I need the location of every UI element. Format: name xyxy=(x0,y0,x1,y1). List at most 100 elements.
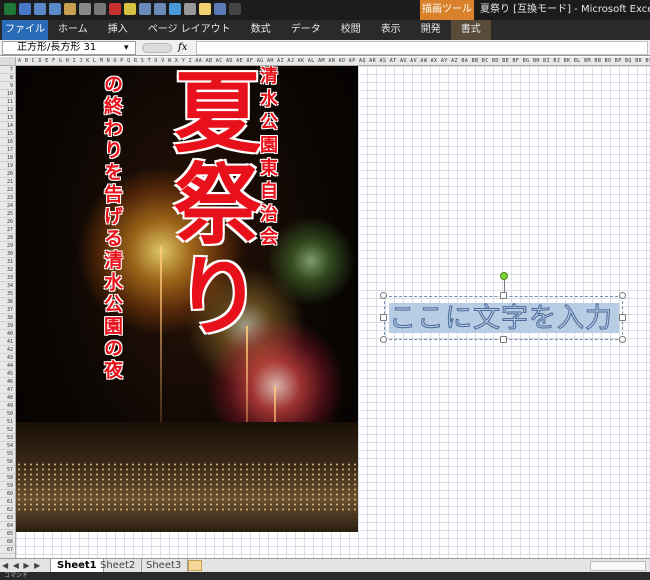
row-number[interactable]: 48 xyxy=(0,394,15,402)
resize-handle-w[interactable] xyxy=(380,314,387,321)
row-number[interactable]: 45 xyxy=(0,370,15,378)
sheet-tab-2[interactable]: Sheet2 xyxy=(94,559,143,572)
row-number[interactable]: 57 xyxy=(0,466,15,474)
resize-handle-s[interactable] xyxy=(500,336,507,343)
row-number[interactable]: 64 xyxy=(0,522,15,530)
row-number[interactable]: 28 xyxy=(0,234,15,242)
row-number[interactable]: 17 xyxy=(0,146,15,154)
row-number[interactable]: 26 xyxy=(0,218,15,226)
row-number[interactable]: 44 xyxy=(0,362,15,370)
grid-icon[interactable] xyxy=(199,3,211,15)
tab-view[interactable]: 表示 xyxy=(371,20,411,40)
resize-handle-ne[interactable] xyxy=(619,292,626,299)
row-number[interactable]: 36 xyxy=(0,298,15,306)
selected-textbox-shape[interactable]: ここに文字を入力 xyxy=(384,296,623,340)
filter-icon[interactable] xyxy=(154,3,166,15)
font-color-icon[interactable] xyxy=(109,3,121,15)
sheet-nav-arrows[interactable]: ◀ ◀ ▶ ▶ xyxy=(2,560,41,572)
row-number[interactable]: 8 xyxy=(0,74,15,82)
row-number[interactable]: 67 xyxy=(0,546,15,554)
excel-icon[interactable] xyxy=(4,3,16,15)
sheet-tab-3[interactable]: Sheet3 xyxy=(140,559,189,572)
tab-file[interactable]: ファイル xyxy=(2,20,48,40)
row-number[interactable]: 20 xyxy=(0,170,15,178)
row-number[interactable]: 38 xyxy=(0,314,15,322)
tab-data[interactable]: データ xyxy=(281,20,331,40)
name-box-dropdown-icon[interactable]: ▾ xyxy=(124,41,129,55)
row-number[interactable]: 7 xyxy=(0,66,15,74)
tab-home[interactable]: ホーム xyxy=(48,20,98,40)
row-number[interactable]: 21 xyxy=(0,178,15,186)
save-icon[interactable] xyxy=(19,3,31,15)
row-number[interactable]: 15 xyxy=(0,130,15,138)
rotation-handle[interactable] xyxy=(500,272,508,280)
tab-developer[interactable]: 開発 xyxy=(411,20,451,40)
row-number[interactable]: 40 xyxy=(0,330,15,338)
row-number[interactable]: 13 xyxy=(0,114,15,122)
formula-bar-splitter[interactable] xyxy=(142,43,172,53)
row-number[interactable]: 25 xyxy=(0,210,15,218)
resize-handle-nw[interactable] xyxy=(380,292,387,299)
name-box[interactable]: 正方形/長方形 31 xyxy=(2,41,136,55)
resize-handle-se[interactable] xyxy=(619,336,626,343)
row-number[interactable]: 34 xyxy=(0,282,15,290)
row-number[interactable]: 59 xyxy=(0,482,15,490)
resize-handle-n[interactable] xyxy=(500,292,507,299)
formula-input[interactable] xyxy=(196,41,648,55)
row-number[interactable]: 46 xyxy=(0,378,15,386)
row-number[interactable]: 39 xyxy=(0,322,15,330)
row-number[interactable]: 19 xyxy=(0,162,15,170)
row-number[interactable]: 12 xyxy=(0,106,15,114)
sort-icon[interactable] xyxy=(139,3,151,15)
row-number[interactable]: 18 xyxy=(0,154,15,162)
row-number[interactable]: 27 xyxy=(0,226,15,234)
row-number[interactable]: 58 xyxy=(0,474,15,482)
row-number[interactable]: 54 xyxy=(0,442,15,450)
row-header[interactable]: 7 8 9 10 11 12 13 14 15 16 17 18 19 20 21 22 23 24 25 26 27 2… xyxy=(0,66,16,558)
row-number[interactable]: 30 xyxy=(0,250,15,258)
row-number[interactable]: 23 xyxy=(0,194,15,202)
textbox-text[interactable]: ここに文字を入力 xyxy=(389,303,619,334)
paste-icon[interactable] xyxy=(64,3,76,15)
select-all-corner[interactable] xyxy=(0,57,16,65)
row-number[interactable]: 9 xyxy=(0,82,15,90)
chart-icon[interactable] xyxy=(169,3,181,15)
copy-icon[interactable] xyxy=(79,3,91,15)
undo-icon[interactable] xyxy=(34,3,46,15)
row-number[interactable]: 56 xyxy=(0,458,15,466)
row-number[interactable]: 33 xyxy=(0,274,15,282)
tab-page-layout[interactable]: ページ レイアウト xyxy=(138,20,241,40)
row-number[interactable]: 47 xyxy=(0,386,15,394)
row-number[interactable]: 52 xyxy=(0,426,15,434)
row-number[interactable]: 29 xyxy=(0,242,15,250)
row-number[interactable]: 14 xyxy=(0,122,15,130)
redo-icon[interactable] xyxy=(49,3,61,15)
row-number[interactable]: 49 xyxy=(0,402,15,410)
fill-color-icon[interactable] xyxy=(124,3,136,15)
row-number[interactable]: 62 xyxy=(0,506,15,514)
row-number[interactable]: 10 xyxy=(0,90,15,98)
row-number[interactable]: 37 xyxy=(0,306,15,314)
row-number[interactable]: 50 xyxy=(0,410,15,418)
column-letters[interactable]: A B C D E F G H I J K L M N O P Q R S T … xyxy=(18,57,650,65)
tab-format[interactable]: 書式 xyxy=(450,20,491,40)
tab-formulas[interactable]: 数式 xyxy=(241,20,281,40)
border-icon[interactable] xyxy=(214,3,226,15)
row-number[interactable]: 61 xyxy=(0,498,15,506)
customize-toolbar-icon[interactable] xyxy=(229,3,241,15)
resize-handle-e[interactable] xyxy=(619,314,626,321)
insert-function-icon[interactable]: fx xyxy=(178,40,187,56)
row-number[interactable]: 16 xyxy=(0,138,15,146)
row-number[interactable]: 66 xyxy=(0,538,15,546)
row-number[interactable]: 32 xyxy=(0,266,15,274)
fireworks-poster-image[interactable]: の終わりを告げる清水公園の夜 夏祭り 清水公園東自治会 xyxy=(16,66,358,532)
row-number[interactable]: 65 xyxy=(0,530,15,538)
row-number[interactable]: 31 xyxy=(0,258,15,266)
row-number[interactable]: 11 xyxy=(0,98,15,106)
tab-insert[interactable]: 挿入 xyxy=(98,20,138,40)
row-number[interactable]: 51 xyxy=(0,418,15,426)
row-number[interactable]: 41 xyxy=(0,338,15,346)
insert-sheet-icon[interactable] xyxy=(188,560,202,571)
resize-handle-sw[interactable] xyxy=(380,336,387,343)
row-number[interactable]: 53 xyxy=(0,434,15,442)
